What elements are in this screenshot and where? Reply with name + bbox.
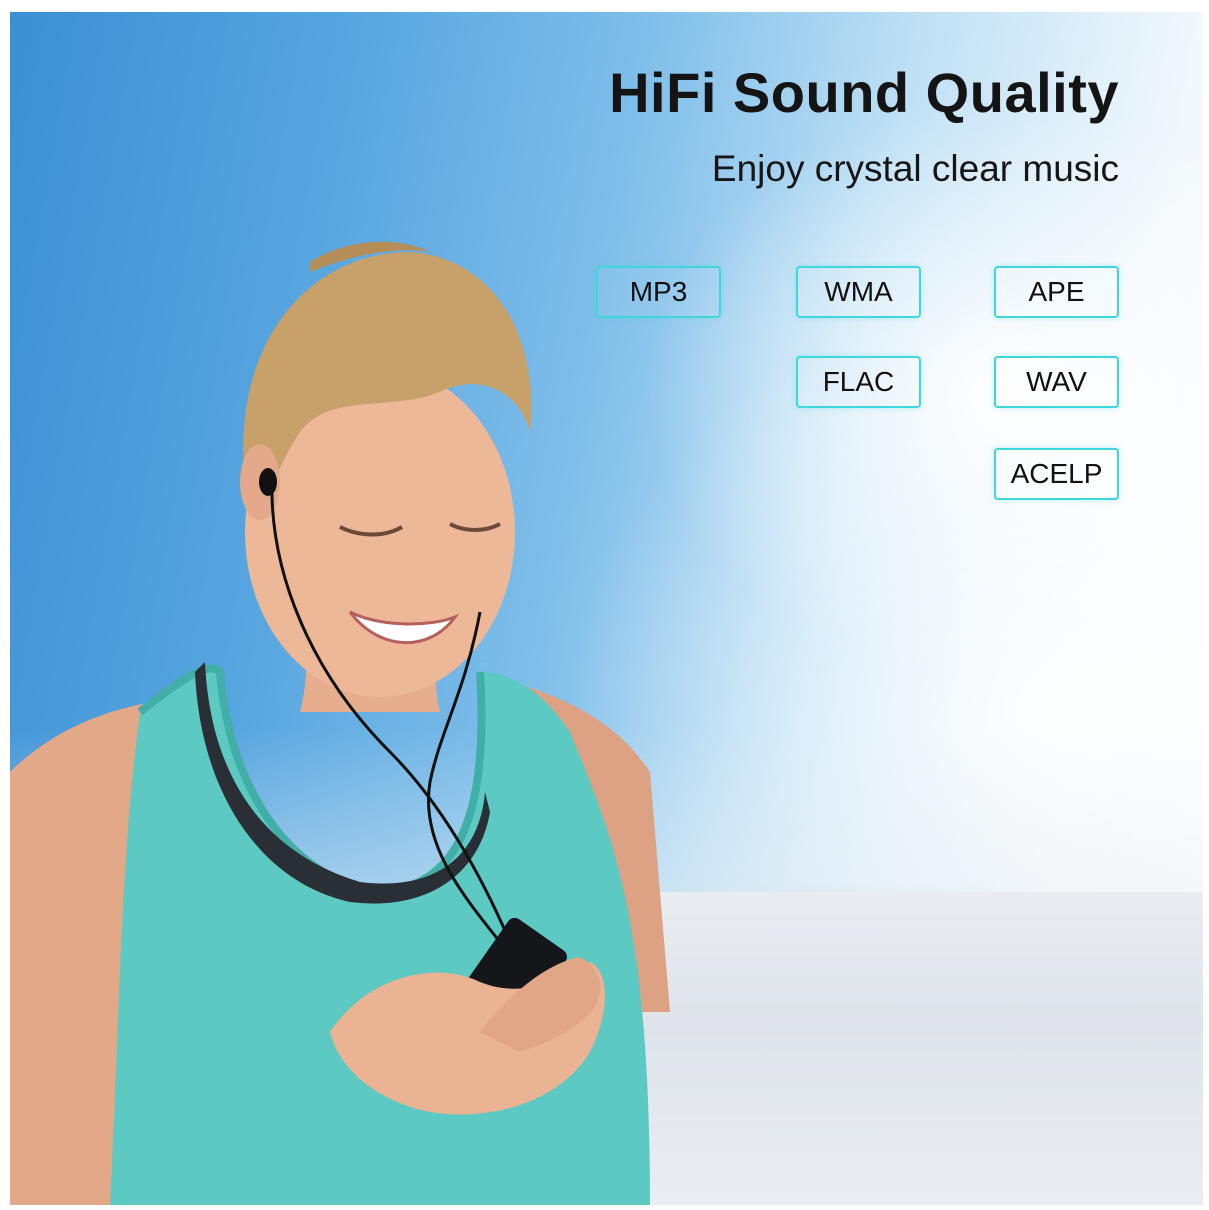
format-badge-wma: WMA <box>796 266 921 318</box>
page-subtitle: Enjoy crystal clear music <box>711 148 1119 189</box>
format-badge-wav: WAV <box>994 356 1119 408</box>
format-badge-ape: APE <box>994 266 1119 318</box>
format-badge-mp3: MP3 <box>596 266 721 318</box>
page-title: HiFi Sound Quality <box>609 61 1119 124</box>
beach-photo: · <box>10 12 1203 1205</box>
woman-with-mp3-player-illustration <box>10 241 670 1205</box>
format-badge-flac: FLAC <box>796 356 921 408</box>
product-image: · HiFi Sound Quality Enjoy crystal clear… <box>0 0 1209 1210</box>
watermark: · <box>480 653 488 678</box>
format-badge-acelp: ACELP <box>994 448 1119 500</box>
